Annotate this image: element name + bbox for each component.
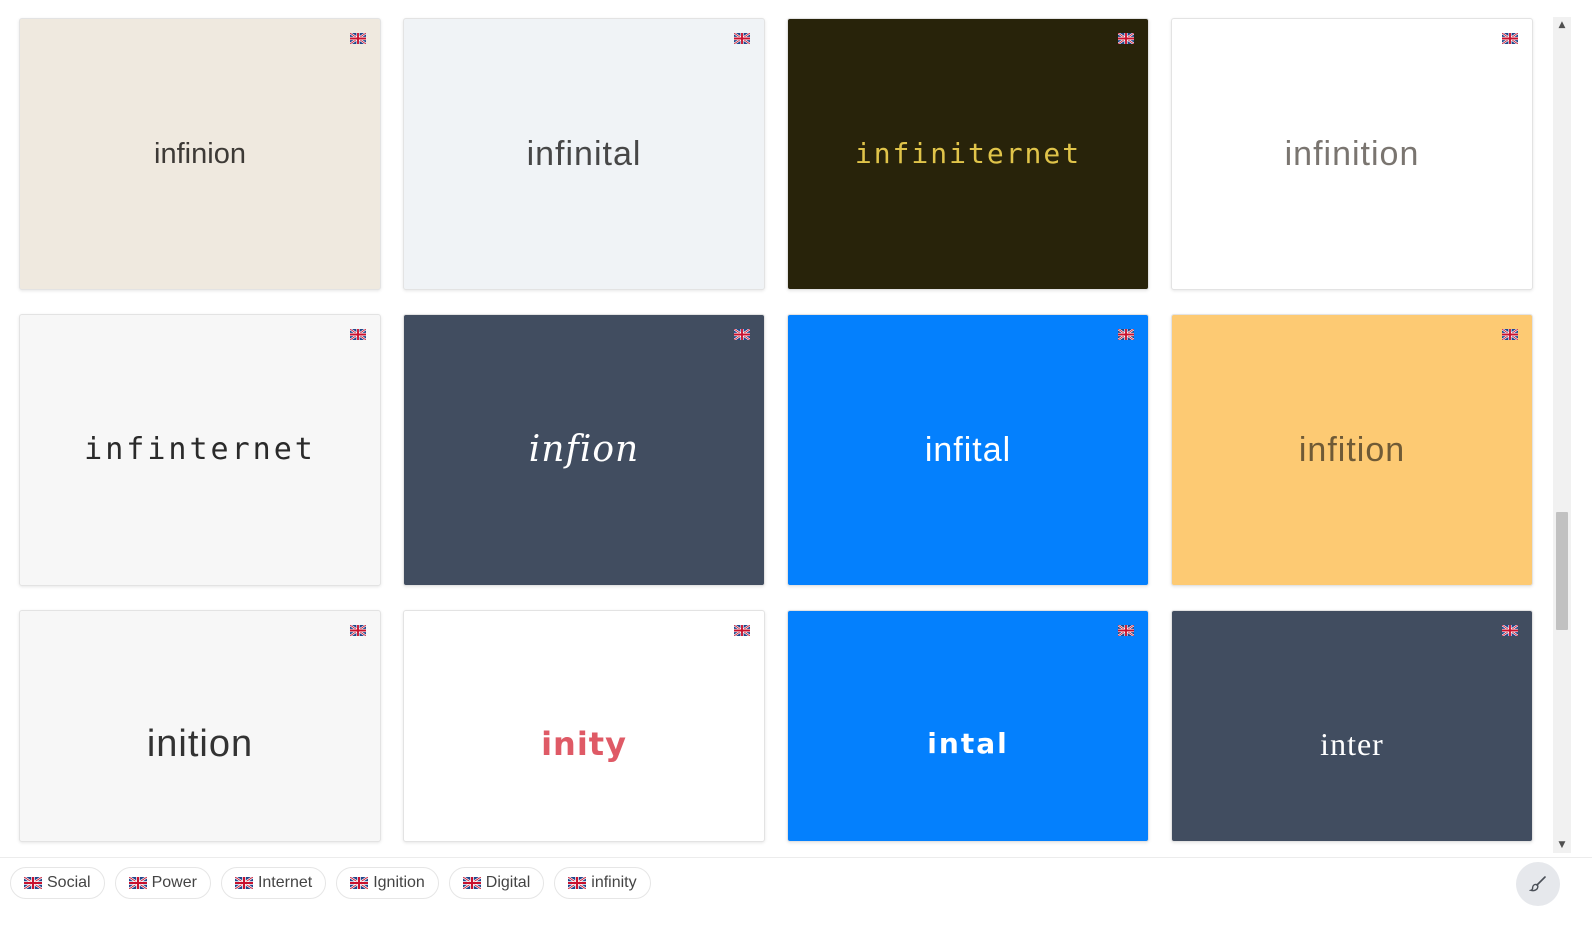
uk-flag-icon [1501,623,1519,637]
uk-flag-icon [349,327,367,341]
uk-flag-icon [1501,31,1519,45]
name-card[interactable]: infinion [19,18,381,290]
keyword-tag-label: Digital [485,874,531,891]
card-name-text: infiniternet [854,137,1082,170]
uk-flag-icon [128,877,147,889]
uk-flag-icon [1117,31,1135,45]
name-card[interactable]: infion [403,314,765,586]
uk-flag-icon [234,877,253,889]
name-card-grid: infinion infinital infiniternet infinition i… [19,18,1533,842]
uk-flag-icon [349,623,367,637]
card-name-text: infinital [526,135,642,173]
paintbrush-icon [1529,876,1546,892]
card-name-text: inity [541,725,627,763]
scrollbar-thumb[interactable] [1556,512,1568,630]
name-card[interactable]: infinition [1171,18,1533,290]
scroll-down-arrow-icon[interactable]: ▼ [1553,837,1571,853]
card-name-text: infition [1298,431,1406,469]
keyword-tag-label: infinity [591,874,637,891]
uk-flag-icon [733,623,751,637]
keyword-tag-label: Internet [257,874,313,891]
card-name-text: infion [528,429,640,470]
uk-flag-icon [733,327,751,341]
keyword-tag-chip[interactable]: Power [114,867,211,899]
scroll-up-arrow-icon[interactable]: ▲ [1553,17,1571,33]
keyword-tag-chip[interactable]: Digital [448,867,545,899]
card-name-text: intal [927,727,1009,760]
uk-flag-icon [733,31,751,45]
uk-flag-icon [24,877,42,889]
keyword-footer-bar: Social Power Internet Ignition Digital infini… [0,857,1592,928]
name-card[interactable]: inity [403,610,765,842]
uk-flag-icon [349,31,367,45]
uk-flag-icon [462,877,481,889]
uk-flag-icon [1117,623,1135,637]
keyword-tag-label: Ignition [373,874,425,891]
keyword-tag-chip[interactable]: Social [10,867,105,899]
uk-flag-icon [350,877,369,889]
keyword-tag-chip[interactable]: Internet [220,867,327,899]
name-card[interactable]: inition [19,610,381,842]
card-name-text: inition [146,723,254,765]
keyword-tag-chip[interactable]: infinity [554,867,651,899]
name-card[interactable]: intal [787,610,1149,842]
name-results-viewport: infinion infinital infiniternet infinition i… [0,0,1592,852]
uk-flag-icon [1501,327,1519,341]
name-card[interactable]: infinternet [19,314,381,586]
uk-flag-icon [1117,327,1135,341]
card-name-text: infinternet [84,432,316,467]
keyword-tag-chip[interactable]: Ignition [336,867,439,899]
paintbrush-button[interactable] [1516,862,1560,906]
name-card[interactable]: infital [787,314,1149,586]
keyword-tag-label: Power [151,874,197,891]
card-name-text: infital [924,431,1012,469]
name-card[interactable]: infiniternet [787,18,1149,290]
name-card[interactable]: infition [1171,314,1533,586]
card-name-text: inter [1320,726,1384,762]
card-name-text: infinion [154,137,246,170]
name-card[interactable]: inter [1171,610,1533,842]
name-card[interactable]: infinital [403,18,765,290]
uk-flag-icon [568,877,587,889]
keyword-tag-label: Social [47,874,91,891]
card-name-text: infinition [1284,135,1420,173]
keyword-tag-list: Social Power Internet Ignition Digital infini… [10,867,651,899]
vertical-scrollbar[interactable]: ▲ ▼ [1553,17,1571,853]
